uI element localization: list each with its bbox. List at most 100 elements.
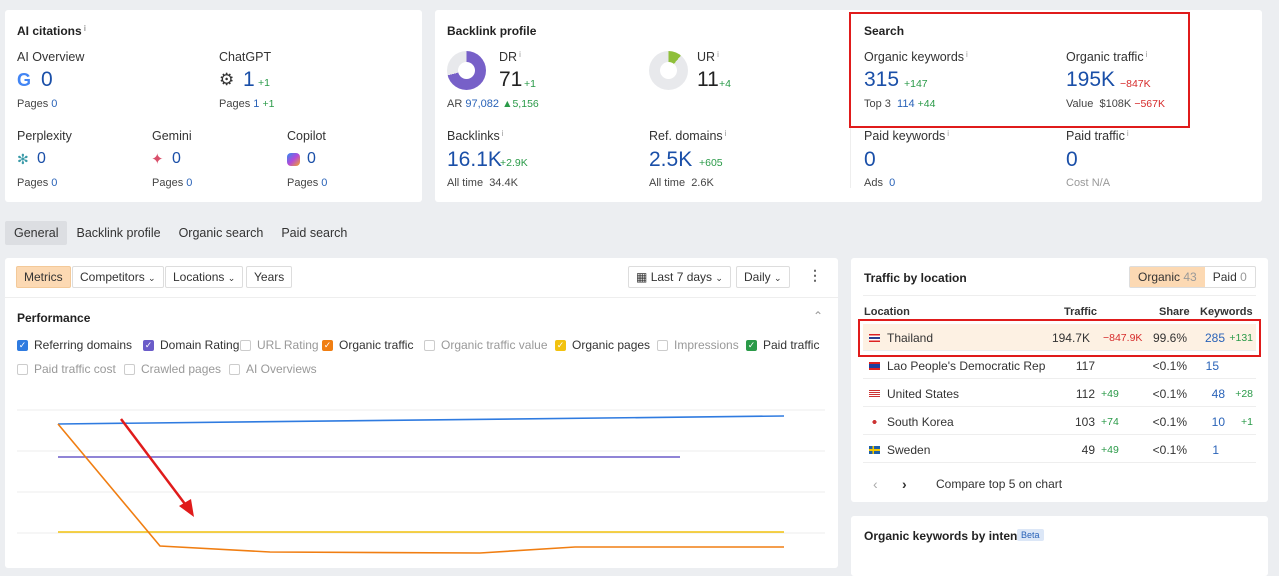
backlinks-value[interactable]: 16.1K [447, 148, 502, 172]
checkbox-crawled-pages[interactable]: Crawled pages [124, 362, 221, 376]
gemini-value[interactable]: 0 [172, 150, 181, 168]
checkbox-label: Organic traffic [339, 338, 414, 352]
checkbox-icon[interactable]: ✓ [17, 339, 28, 351]
tab-general[interactable]: General [5, 221, 68, 245]
years-button[interactable]: Years [246, 266, 293, 288]
traffic-delta: +74 [1101, 416, 1119, 428]
table-row[interactable]: South Korea 103 +74 <0.1% 10 +1 [863, 408, 1256, 435]
checkbox-organic-traffic[interactable]: ✓ Organic traffic [322, 338, 413, 352]
organic-keywords-value[interactable]: 315 [864, 68, 899, 92]
checkbox-organic-pages[interactable]: ✓ Organic pages [555, 338, 650, 352]
checkbox-ai-overviews[interactable]: AI Overviews [229, 362, 317, 376]
country-name[interactable]: United States [887, 387, 959, 401]
paid-toggle[interactable]: Paid 0 [1205, 267, 1255, 287]
info-icon[interactable]: i [84, 24, 86, 33]
competitors-dropdown[interactable]: Competitors ⌄ [72, 266, 164, 288]
checkbox-paid-traffic-cost[interactable]: Paid traffic cost [17, 362, 116, 376]
compare-top5-link[interactable]: Compare top 5 on chart [936, 477, 1062, 491]
ref-domains-all-time: 2.6K [691, 177, 714, 189]
checkbox-label: Paid traffic [763, 338, 820, 352]
prev-page-icon[interactable]: ‹ [873, 476, 878, 492]
tab-paid-search[interactable]: Paid search [272, 221, 356, 245]
ai-citations-title: AI citations i [17, 24, 86, 38]
chatgpt-pages[interactable]: 1 [253, 98, 259, 110]
checkbox-icon[interactable]: ✓ [746, 339, 757, 351]
checkbox-icon[interactable] [657, 339, 668, 351]
interval-dropdown[interactable]: Daily ⌄ [736, 266, 790, 288]
locations-dropdown[interactable]: Locations ⌄ [165, 266, 244, 288]
checkbox-organic-traffic-value[interactable]: Organic traffic value [424, 338, 548, 352]
checkbox-icon[interactable]: ✓ [322, 339, 333, 351]
checkbox-domain-rating[interactable]: ✓ Domain Rating [143, 338, 239, 352]
ai-overview-value[interactable]: 0 [41, 68, 53, 92]
google-icon: G [17, 70, 32, 90]
paid-keywords-value[interactable]: 0 [864, 148, 876, 172]
chevron-down-icon: ⌄ [148, 273, 156, 283]
tab-backlink-profile[interactable]: Backlink profile [67, 221, 169, 245]
gemini-pages[interactable]: 0 [186, 177, 192, 189]
metrics-button[interactable]: Metrics [16, 266, 71, 288]
paid-keywords-label: Paid keywords i [864, 129, 950, 143]
ai-overview-label: AI Overview [17, 50, 85, 64]
dr-gauge [447, 51, 486, 90]
tab-organic-search[interactable]: Organic search [170, 221, 273, 245]
perplexity-value[interactable]: 0 [37, 150, 46, 168]
table-row[interactable]: United States 112 +49 <0.1% 48 +28 [863, 380, 1256, 407]
gemini-label: Gemini [152, 129, 192, 143]
date-range-dropdown[interactable]: ▦ Last 7 days ⌄ [628, 266, 731, 288]
divider [850, 122, 851, 188]
perplexity-pages[interactable]: 0 [51, 177, 57, 189]
top3-value[interactable]: 114 [897, 98, 915, 110]
dr-value[interactable]: 71 [499, 68, 522, 92]
keywords-value[interactable]: 1 [1212, 443, 1219, 457]
header-share[interactable]: Share [1159, 306, 1190, 318]
next-page-icon[interactable]: › [902, 476, 907, 492]
pages-label: Pages [287, 177, 319, 189]
more-options-icon[interactable]: ⋮ [808, 267, 822, 284]
checkbox-icon[interactable] [240, 339, 251, 351]
keywords-value[interactable]: 15 [1206, 359, 1219, 373]
checkbox-referring-domains[interactable]: ✓ Referring domains [17, 338, 132, 352]
ai-overview-pages[interactable]: 0 [51, 98, 57, 110]
checkbox-icon[interactable]: ✓ [143, 339, 154, 351]
traffic-value: 103 [1074, 415, 1095, 429]
keywords-value[interactable]: 48 [1212, 387, 1225, 401]
paid-traffic-value[interactable]: 0 [1066, 148, 1078, 172]
openai-icon: ⚙ [219, 70, 235, 89]
country-name[interactable]: Sweden [887, 443, 930, 457]
ur-value[interactable]: 11 [697, 68, 719, 92]
header-location[interactable]: Location [864, 306, 910, 318]
chatgpt-value[interactable]: 1 [243, 68, 255, 92]
copilot-value[interactable]: 0 [307, 150, 316, 168]
flag-icon [869, 446, 880, 454]
copilot-pages[interactable]: 0 [321, 177, 327, 189]
country-name[interactable]: South Korea [887, 415, 954, 429]
checkbox-paid-traffic[interactable]: ✓ Paid traffic [746, 338, 819, 352]
ref-domains-value[interactable]: 2.5K [649, 148, 692, 172]
header-keywords[interactable]: Keywords [1200, 306, 1253, 318]
traffic-value: $108K [1099, 98, 1132, 110]
organic-toggle[interactable]: Organic 43 [1130, 267, 1205, 287]
share-value: <0.1% [1152, 359, 1187, 373]
header-traffic[interactable]: Traffic [1064, 306, 1097, 318]
checkbox-icon[interactable] [124, 363, 135, 375]
copilot-label: Copilot [287, 129, 326, 143]
checkbox-impressions[interactable]: Impressions [657, 338, 739, 352]
checkbox-icon[interactable] [424, 339, 435, 351]
collapse-icon[interactable]: ⌃ [813, 309, 823, 323]
ar-value[interactable]: 97,082 [465, 98, 499, 110]
chatgpt-pages-delta: +1 [262, 98, 275, 110]
organic-traffic-value[interactable]: 195K [1066, 68, 1115, 92]
cost-label: Cost [1066, 177, 1089, 189]
checkbox-icon[interactable]: ✓ [555, 339, 566, 351]
beta-badge: Beta [1017, 529, 1044, 541]
keywords-value[interactable]: 10 [1212, 415, 1225, 429]
checkbox-icon[interactable] [17, 363, 28, 375]
perplexity-icon: ✻ [17, 151, 29, 167]
ads-value[interactable]: 0 [889, 177, 895, 189]
table-row[interactable]: Sweden 49 +49 <0.1% 1 [863, 436, 1256, 463]
checkbox-icon[interactable] [229, 363, 240, 375]
checkbox-url-rating[interactable]: URL Rating [240, 338, 319, 352]
country-name[interactable]: Lao People's Democratic Rep [887, 359, 1045, 373]
value-label: Value [1066, 98, 1094, 110]
